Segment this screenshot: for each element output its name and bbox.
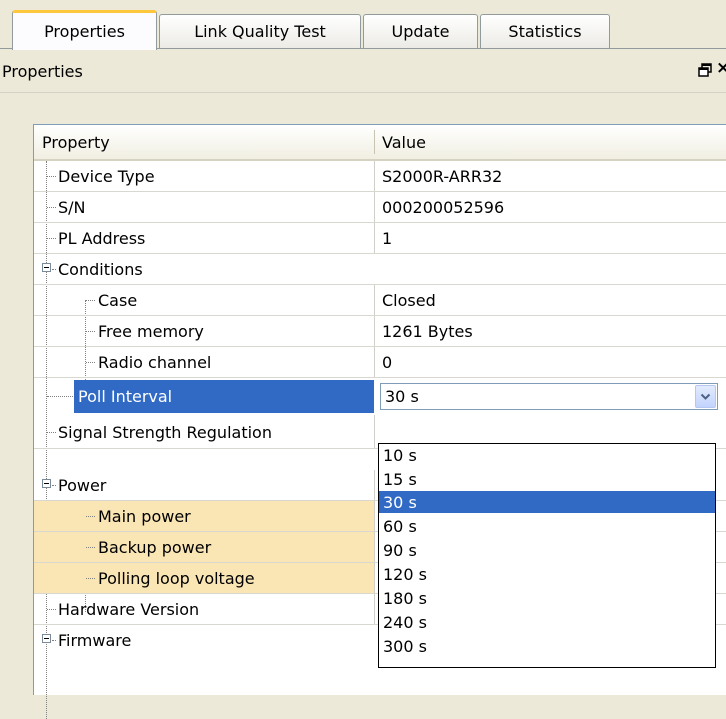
property-value: 1261 Bytes (382, 322, 473, 341)
property-row-radio-channel[interactable]: Radio channel 0 (34, 347, 726, 378)
panel-title-bar: Properties × (0, 49, 726, 93)
property-label: Backup power (98, 538, 212, 557)
dropdown-arrow-button[interactable] (695, 385, 716, 408)
property-row-case[interactable]: Case Closed (34, 285, 726, 316)
collapse-icon[interactable] (42, 263, 51, 272)
grid-header: Property Value (34, 125, 726, 161)
property-row-sn[interactable]: S/N 000200052596 (34, 192, 726, 223)
property-row-pl-address[interactable]: PL Address 1 (34, 223, 726, 254)
dropdown-option-selected[interactable]: 30 s (379, 491, 715, 513)
dropdown-option[interactable]: 180 s (379, 587, 715, 609)
property-label: Main power (98, 507, 191, 526)
property-label: Free memory (98, 322, 204, 341)
dropdown-option[interactable]: 300 s (379, 635, 715, 657)
collapse-icon[interactable] (42, 479, 51, 488)
property-label: Signal Strength Regulation (58, 422, 272, 442)
tab-properties-label: Properties (44, 22, 125, 41)
property-value: Closed (382, 291, 436, 310)
category-row-conditions[interactable]: Conditions (34, 254, 726, 285)
poll-interval-combobox[interactable]: 30 s (380, 383, 718, 410)
tab-statistics-label: Statistics (508, 22, 582, 41)
property-label: S/N (58, 198, 86, 217)
dropdown-option[interactable]: 90 s (379, 539, 715, 561)
property-label: Hardware Version (58, 600, 200, 619)
poll-interval-dropdown-list[interactable]: 10 s 15 s 30 s 60 s 90 s 120 s 180 s 240… (378, 443, 716, 668)
tab-strip: Properties Link Quality Test Update Stat… (0, 0, 726, 50)
combobox-value: 30 s (385, 387, 419, 406)
property-value: 1 (382, 229, 393, 248)
category-label: Firmware (58, 631, 132, 650)
property-label: PL Address (58, 229, 146, 248)
dropdown-option[interactable]: 60 s (379, 515, 715, 537)
tab-update[interactable]: Update (363, 14, 478, 48)
column-header-value[interactable]: Value (382, 125, 426, 159)
dropdown-option[interactable]: 15 s (379, 468, 715, 490)
restore-window-icon[interactable] (698, 62, 712, 77)
property-label: Poll Interval (78, 387, 173, 406)
tab-statistics[interactable]: Statistics (480, 14, 610, 48)
tab-link-quality-test-label: Link Quality Test (194, 22, 326, 41)
property-row-poll-interval[interactable]: Poll Interval 30 s (34, 380, 726, 413)
property-label: Case (98, 291, 138, 310)
dropdown-option[interactable]: 240 s (379, 611, 715, 633)
column-divider[interactable] (374, 130, 375, 154)
panel-title: Properties (2, 62, 83, 81)
tab-update-label: Update (391, 22, 450, 41)
close-panel-icon[interactable]: × (716, 58, 726, 78)
chevron-down-icon (700, 393, 711, 400)
dropdown-option[interactable]: 120 s (379, 563, 715, 585)
property-value: S2000R-ARR32 (382, 167, 503, 186)
property-label: Polling loop voltage (98, 569, 255, 588)
dropdown-option[interactable]: 10 s (379, 444, 715, 466)
property-label: Device Type (58, 167, 155, 186)
tab-properties[interactable]: Properties (12, 10, 157, 50)
property-value: 0 (382, 353, 393, 372)
property-row-device-type[interactable]: Device Type S2000R-ARR32 (34, 161, 726, 192)
property-value: 000200052596 (382, 198, 505, 217)
column-header-property[interactable]: Property (42, 125, 110, 159)
property-row-free-memory[interactable]: Free memory 1261 Bytes (34, 316, 726, 347)
category-label: Power (58, 476, 107, 495)
category-label: Conditions (58, 260, 143, 279)
property-label: Radio channel (98, 353, 212, 372)
tab-link-quality-test[interactable]: Link Quality Test (159, 14, 361, 48)
collapse-icon[interactable] (42, 634, 51, 643)
